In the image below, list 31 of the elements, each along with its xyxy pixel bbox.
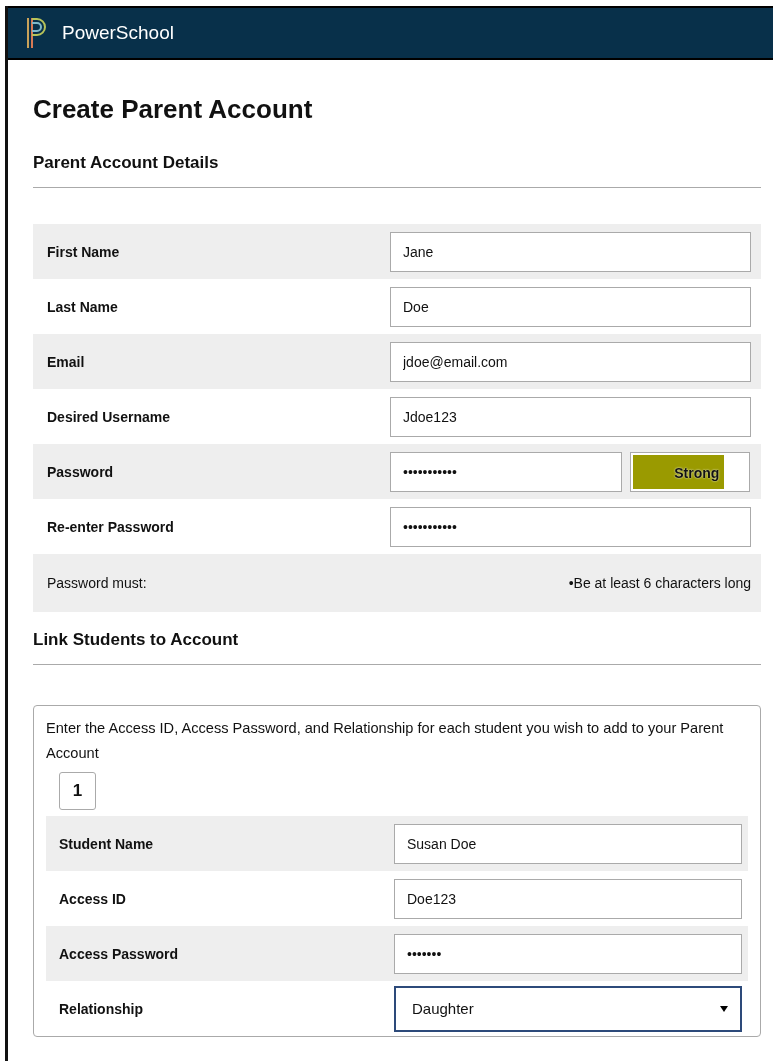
input-field[interactable]: Doe123 [394,878,742,919]
student-tab[interactable]: 1 [59,772,96,810]
input-field[interactable]: Susan Doe [394,823,742,864]
requirement-text: •Be at least 6 characters long [568,575,751,591]
field-label: Desired Username [47,408,171,425]
requirement-label: Password must: [47,575,147,591]
field-label: Relationship [59,1000,144,1017]
input-field[interactable]: jdoe@email.com [390,341,751,382]
instructions-text: Enter the Access ID, Access Password, and Relationship for each student you wish to add to your Parent Account [46,719,725,763]
page-title: Create Parent Account [33,94,314,125]
field-label: First Name [47,243,121,260]
relationship-select[interactable]: Daughter [394,985,742,1032]
section-heading: Parent Account Details [33,153,220,173]
input-field[interactable]: Jane [390,231,751,272]
input-field[interactable]: ••••••••••• [390,506,751,547]
field-label: Student Name [59,835,155,852]
input-field[interactable]: ••••••• [394,933,742,974]
field-label: Password [47,463,115,480]
input-field[interactable]: ••••••••••• [390,451,622,492]
logo-icon [26,16,48,50]
caret-icon [720,1005,728,1012]
field-label: Email [47,353,86,370]
input-field[interactable]: Jdoe123 [390,396,751,437]
section-heading: Link Students to Account [33,630,240,650]
field-label: Last Name [47,298,119,315]
input-field[interactable]: Doe [390,286,751,327]
brand-name: PowerSchool [62,22,174,44]
strength-label: Strong [673,463,721,483]
field-label: Access ID [59,890,127,907]
field-label: Access Password [59,945,180,962]
field-label: Re-enter Password [47,518,175,535]
